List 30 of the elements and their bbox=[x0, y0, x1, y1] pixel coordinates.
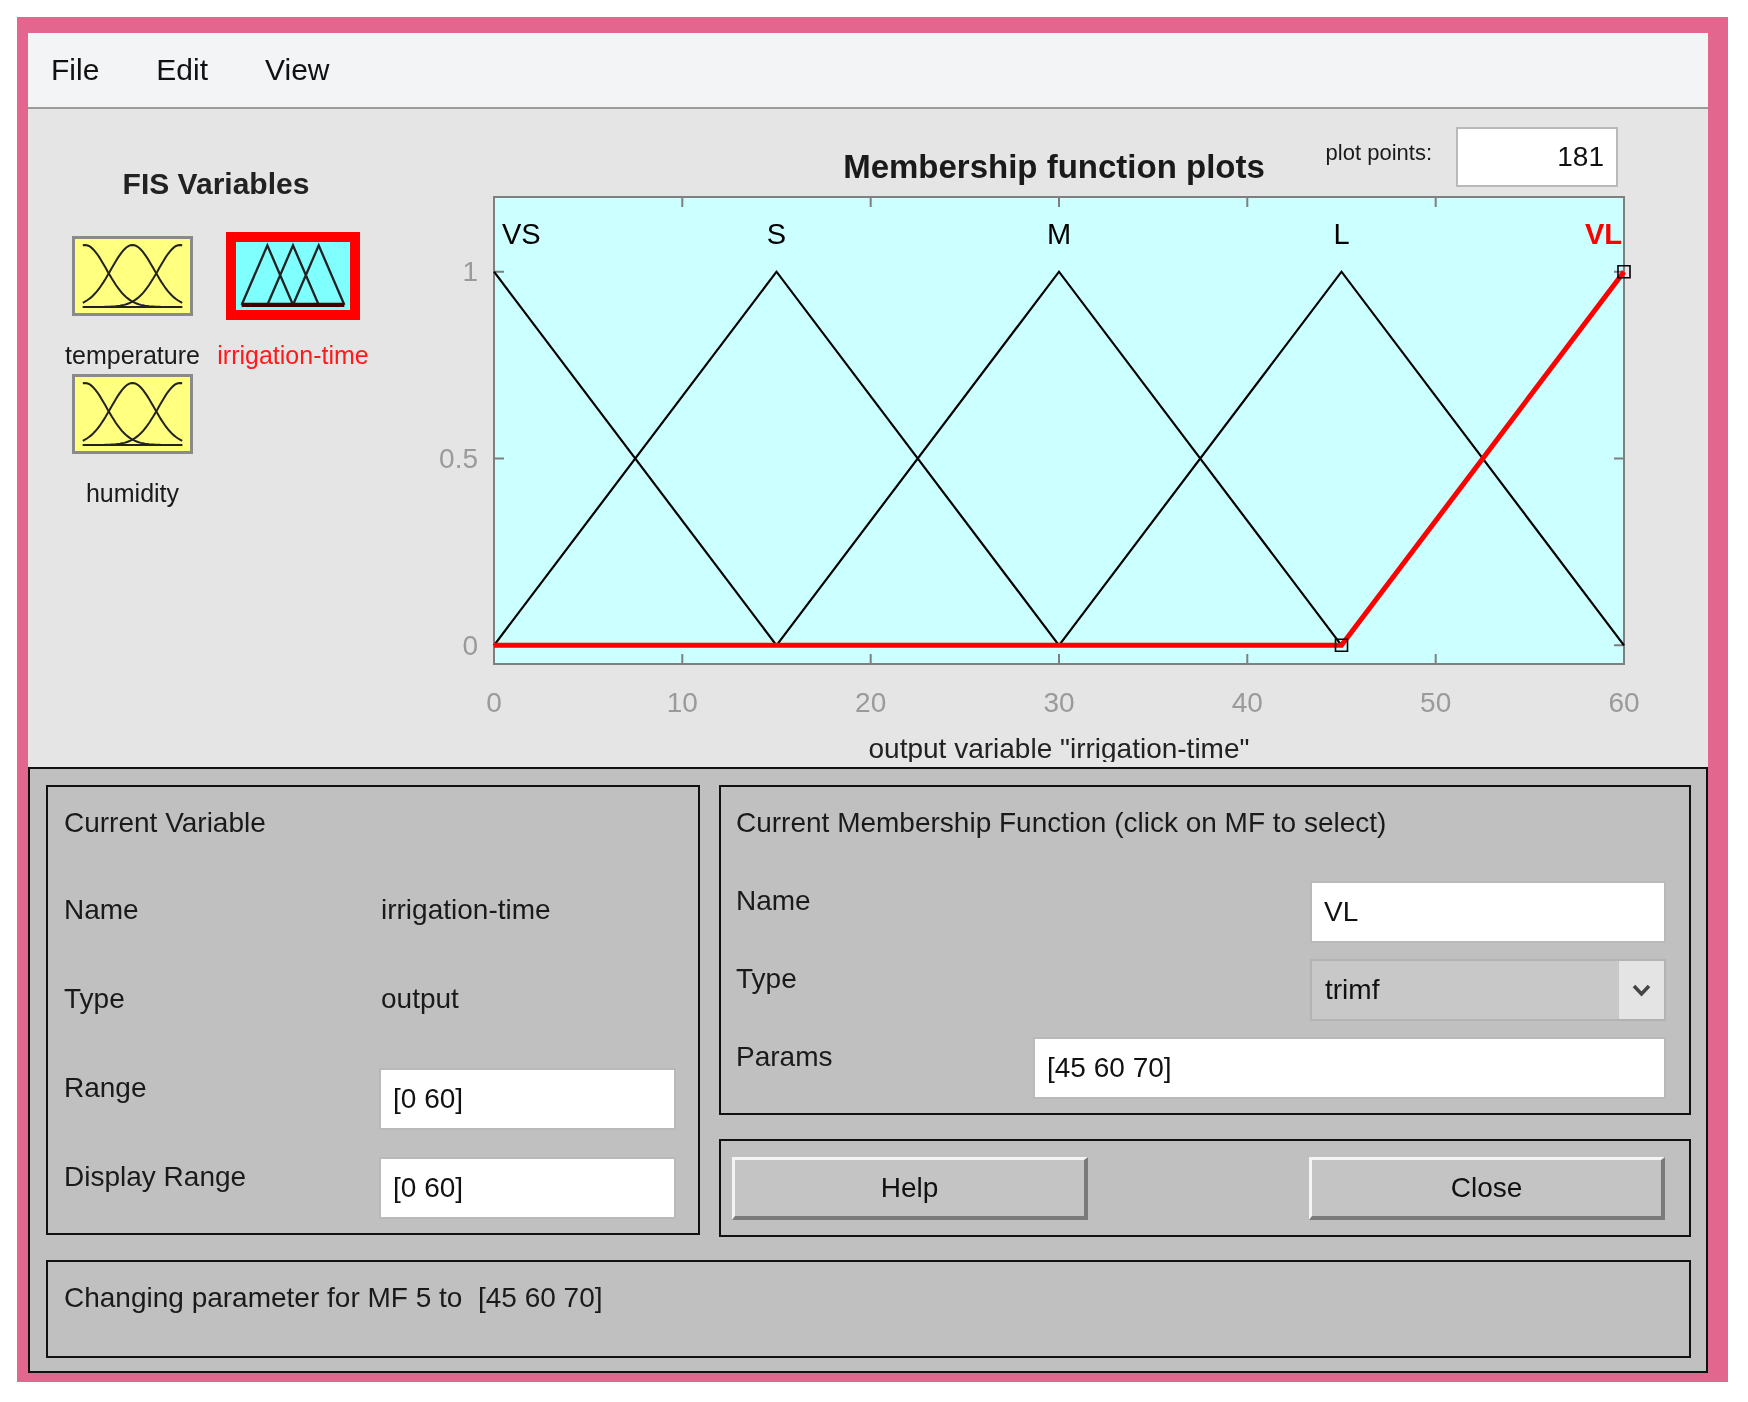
tick-label: 10 bbox=[666, 686, 698, 718]
tick-label: 30 bbox=[1043, 686, 1075, 718]
tick-label: 20 bbox=[855, 686, 887, 718]
field-label: plot points: bbox=[1325, 140, 1432, 166]
field-label: Params bbox=[736, 1040, 834, 1073]
curve-label: S bbox=[766, 218, 787, 251]
tick-label: 60 bbox=[1608, 686, 1640, 718]
curve-label: VS bbox=[502, 218, 541, 251]
tick-label: 0 bbox=[462, 629, 478, 661]
tick-label: 50 bbox=[1420, 686, 1452, 718]
status-message: Changing parameter for MF 5 to [45 60 70] bbox=[64, 1282, 604, 1314]
chart-title: Membership function plots bbox=[843, 147, 1265, 187]
field-label: Type bbox=[64, 982, 126, 1015]
curve-label: VL bbox=[1584, 218, 1622, 251]
field-label: Name bbox=[736, 884, 812, 917]
curve-label: M bbox=[1046, 218, 1072, 251]
field-value: irrigation-time bbox=[380, 893, 552, 926]
tick-label: 40 bbox=[1231, 686, 1263, 718]
panel-title: Current Variable bbox=[64, 807, 267, 839]
field-label: Type bbox=[736, 962, 798, 995]
field-label: Range bbox=[64, 1071, 148, 1104]
tick-label: 0 bbox=[486, 686, 502, 718]
panel-title: Current Membership Function (click on MF to select) bbox=[736, 807, 1388, 839]
curve-label: L bbox=[1333, 218, 1350, 251]
tick-label: 0.5 bbox=[439, 443, 478, 474]
field-value: output bbox=[380, 982, 460, 1015]
tick-label: 1 bbox=[462, 256, 478, 288]
field-label: Name bbox=[64, 893, 140, 926]
field-label: Display Range bbox=[64, 1160, 248, 1193]
section-title: FIS Variables bbox=[121, 169, 311, 199]
